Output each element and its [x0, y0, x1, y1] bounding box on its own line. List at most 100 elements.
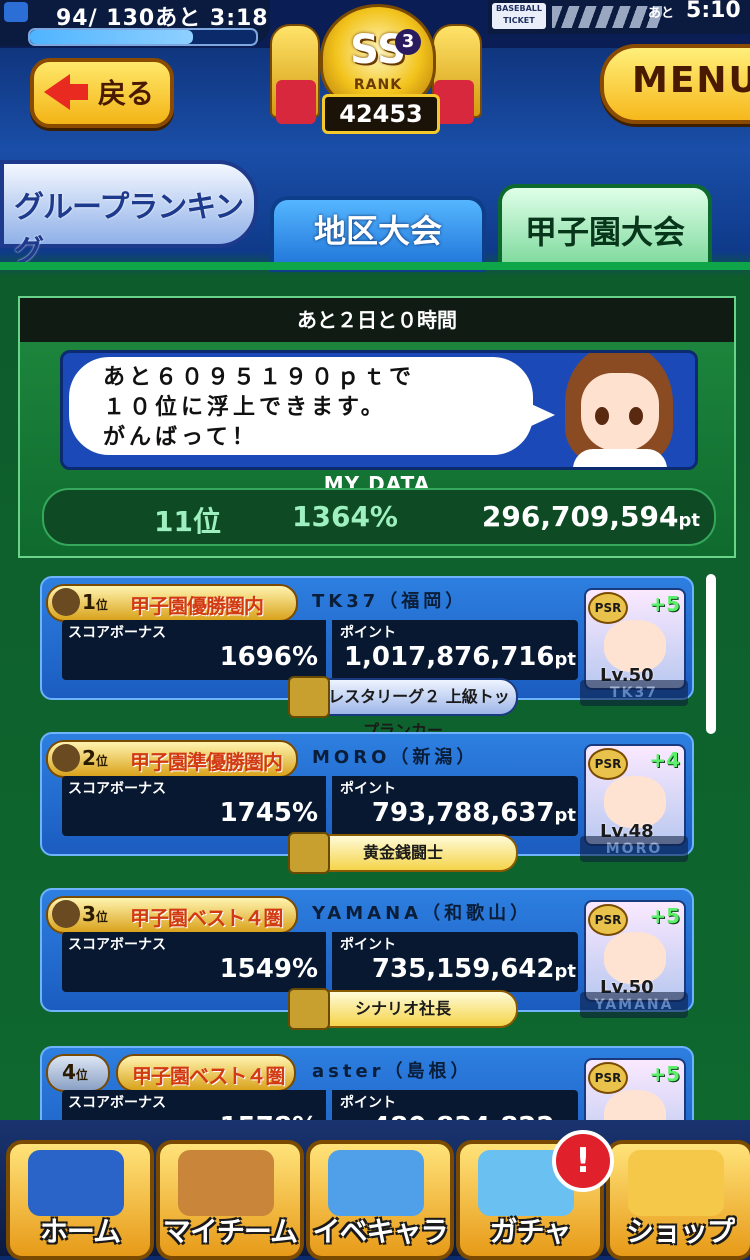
ticket-icon: BASEBALL TICKET [492, 3, 546, 29]
ticket-timer: あと 5:10 [648, 0, 741, 23]
ranking-row[interactable]: 3位甲子園ベスト４圏内 YAMANA（和歌山） スコアボーナス 1549% ポイント73… [40, 888, 694, 1030]
psr-icon: PSR [588, 592, 628, 624]
nav-gacha-label: ガチャ [489, 1215, 572, 1248]
scrollbar[interactable] [706, 574, 716, 1134]
rank-number: 3位 [82, 902, 108, 926]
navigator-face [581, 373, 659, 451]
ranking-row[interactable]: 1位 甲子園優勝圏内 TK37（福岡） スコアボーナス 1696% ポイント 1,017,8… [40, 576, 694, 740]
title-badge: チャレスタリーグ２ 上級トップランカー [288, 676, 518, 740]
score-bonus-label: スコアボーナス [68, 625, 166, 641]
my-bonus: 1364% [292, 500, 398, 533]
navigator-eye-right [629, 407, 643, 425]
rank-suffix: 位 [95, 910, 108, 924]
points-box: ポイント 735,159,642pt [332, 932, 578, 992]
back-arrow-tail [68, 84, 88, 100]
player-name: MORO（新潟） [312, 747, 479, 768]
ranking-list[interactable]: 1位 甲子園優勝圏内 TK37（福岡） スコアボーナス 1696% ポイント 1,017,8… [0, 560, 750, 1120]
title-badge: シナリオ社長 [288, 988, 518, 1030]
points-value: 1,017,876,716pt [344, 642, 576, 672]
tab-district-label: 地区大会 [313, 212, 442, 250]
group-ranking-button[interactable]: グループランキング [0, 160, 258, 269]
rank-pill: 2位 甲子園準優勝圏内 [46, 740, 298, 778]
ticket-line-2: TICKET [503, 16, 535, 25]
back-button[interactable]: 戻る [30, 58, 174, 128]
rank-zone-title: 甲子園準優勝圏内 [130, 750, 283, 774]
points-box: ポイント480,834,822pt [332, 1090, 578, 1120]
stamina-icon [4, 2, 28, 22]
nav-event-button[interactable]: イベキャラ [306, 1140, 454, 1260]
my-points: 296,709,594pt [482, 500, 700, 533]
book-icon [28, 1150, 124, 1216]
rank-suffix: 位 [95, 754, 108, 768]
nav-home-button[interactable]: ホーム [6, 1140, 154, 1260]
rank-pill: 4位 [46, 1054, 110, 1092]
ticket-line-1: BASEBALL [496, 4, 542, 13]
speech-bubble: あと６０９５１９０ｐｔで １０位に浮上できます。 がんばって！ [69, 357, 533, 455]
title-emblem-icon [288, 832, 330, 874]
points-number: 1,017,876,716 [343, 642, 555, 672]
title-badge-label: 黄金銭闘士 [362, 843, 443, 862]
title-badge: 黄金銭闘士 [288, 832, 518, 874]
rank-value: 2 [82, 746, 96, 770]
medal-icon [52, 588, 80, 616]
menu-button[interactable]: MENU [600, 44, 750, 124]
points-label: ポイント [340, 625, 396, 641]
menu-label: MENU [632, 60, 750, 101]
nav-shop-button[interactable]: ショップ [606, 1140, 750, 1260]
ranking-row[interactable]: 2位 甲子園準優勝圏内 MORO（新潟） スコアボーナス 1745% ポイント 793,78… [40, 732, 694, 874]
score-bonus-value: 1696% [219, 642, 318, 672]
player-name: aster（島根） [312, 1061, 473, 1082]
rank-pill: 3位甲子園ベスト４圏内 [46, 896, 298, 959]
points-label: ポイント [340, 937, 396, 953]
nav-event-label: イベキャラ [312, 1215, 448, 1248]
plus-level: +5 [649, 904, 680, 928]
points-box: ポイント 793,788,637pt [332, 776, 578, 836]
tab-district[interactable]: 地区大会 [270, 196, 486, 272]
stamina-fill [30, 30, 193, 44]
gacha-alert-badge: ! [552, 1130, 614, 1192]
stamina-bar [28, 28, 258, 46]
scrollbar-thumb[interactable] [706, 574, 716, 734]
bottom-nav: ホーム マイチーム イベキャラ ガチャ ショップ [0, 1120, 750, 1260]
my-points-unit: pt [678, 510, 701, 531]
ranking-row[interactable]: 4位 甲子園ベスト４圏内 aster（島根） スコアボーナス 1578% ポイント480,… [40, 1046, 694, 1120]
tab-koshien[interactable]: 甲子園大会 [498, 184, 712, 268]
score-bonus-label: スコアボーナス [68, 781, 166, 797]
plus-level: +5 [649, 592, 680, 616]
score-bonus-value: 1745% [219, 798, 318, 828]
medal-icon [52, 744, 80, 772]
navigator-body [573, 449, 667, 467]
score-bonus-box: スコアボーナス 1745% [62, 776, 326, 836]
points-number: 793,788,637 [371, 798, 555, 828]
tab-koshien-label: 甲子園大会 [524, 213, 685, 251]
player-name: TK37（福岡） [312, 591, 468, 612]
rank-number: 1位 [82, 590, 108, 614]
rank-badge[interactable]: SS 3 RANK 42453 [270, 0, 482, 135]
navigator-avatar [547, 353, 693, 467]
left-ribbon [276, 80, 316, 124]
medal-icon [52, 900, 80, 928]
player-avatar[interactable]: PSR +5 [584, 1058, 686, 1120]
nav-myteam-button[interactable]: マイチーム [156, 1140, 304, 1260]
points-unit: pt [554, 649, 577, 670]
points-box: ポイント 1,017,876,716pt [332, 620, 578, 680]
score-bonus-value: 1578% [220, 1112, 318, 1120]
tab-underline [0, 262, 750, 270]
shop-icon [628, 1150, 724, 1216]
back-label: 戻る [98, 77, 155, 110]
points-unit: pt [554, 805, 577, 826]
nav-shop-label: ショップ [625, 1215, 735, 1248]
title-emblem-icon [288, 676, 330, 718]
rank-number: 2位 [82, 746, 108, 770]
team-icon [178, 1150, 274, 1216]
rank-value: 4 [62, 1060, 76, 1084]
rank-pill: 1位 甲子園優勝圏内 [46, 584, 298, 622]
player-avatar[interactable]: PSR +5 Lv.50 [584, 900, 686, 1002]
score-bonus-box: スコアボーナス 1549% [62, 932, 326, 992]
title-badge-label: シナリオ社長 [354, 999, 451, 1018]
player-avatar[interactable]: PSR +5 Lv.50 [584, 588, 686, 690]
score-bonus-label: スコアボーナス [68, 937, 166, 953]
points-label: ポイント [340, 1095, 396, 1111]
points-label: ポイント [340, 781, 396, 797]
player-avatar[interactable]: PSR +4 Lv.48 [584, 744, 686, 846]
